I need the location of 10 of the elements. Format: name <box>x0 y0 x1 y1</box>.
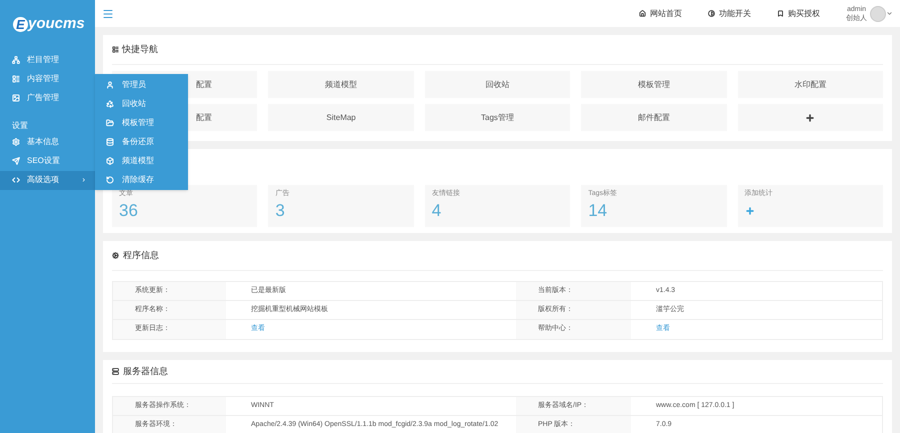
card-title: 服务器信息 <box>123 364 168 378</box>
stat-value: 14 <box>588 200 608 222</box>
section-label: 设置 <box>11 120 29 132</box>
stat-value: 4 <box>432 200 442 222</box>
card-title: 程序信息 <box>123 248 159 262</box>
logo-badge: E <box>13 16 28 32</box>
logo-text: youcms <box>28 14 85 34</box>
stat-value: 36 <box>119 200 139 222</box>
stat-value: 3 <box>275 200 286 222</box>
card-title: 快捷导航 <box>122 42 158 56</box>
